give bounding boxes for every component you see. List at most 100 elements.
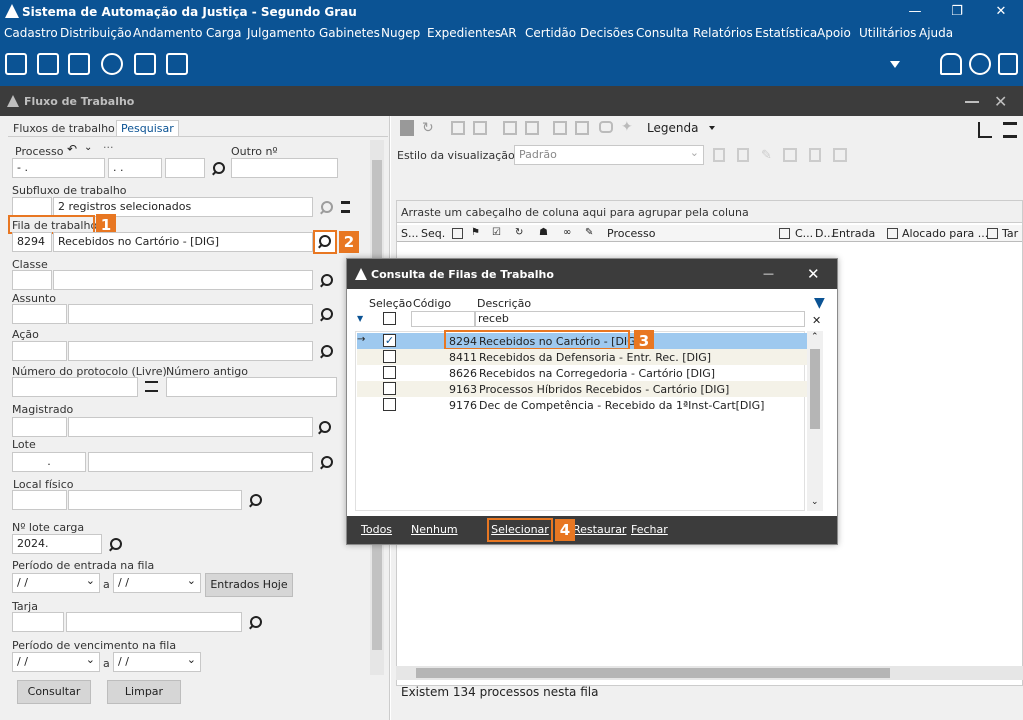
classe-search-icon[interactable]	[320, 274, 334, 288]
venc-ate-input[interactable]: / / ⌄	[113, 652, 201, 672]
dialog-close-button[interactable]: ✕	[807, 265, 820, 283]
row-checkbox[interactable]	[383, 366, 396, 379]
row-checkbox[interactable]	[383, 382, 396, 395]
outro-input[interactable]	[231, 158, 338, 178]
checklist-icon[interactable]: ☑	[492, 227, 501, 238]
lock-icon[interactable]	[503, 121, 517, 135]
protocolo-input[interactable]	[12, 377, 138, 397]
printer-icon[interactable]	[5, 53, 27, 75]
menu-cadastro[interactable]: Cadastro	[4, 26, 58, 40]
dialog-scrollbar-thumb[interactable]	[810, 349, 820, 429]
edit-icon[interactable]: ✎	[761, 148, 772, 163]
tarja-search-icon[interactable]	[249, 616, 263, 630]
menu-decisoes[interactable]: Decisões	[580, 26, 634, 40]
menu-apoio[interactable]: Apoio	[817, 26, 851, 40]
horizontal-scrollbar-thumb[interactable]	[416, 668, 890, 678]
dropdown-arrow-icon[interactable]	[890, 61, 900, 68]
menu-andamento[interactable]: Andamento	[133, 26, 203, 40]
filter-dropdown-icon[interactable]	[987, 228, 998, 239]
selecionar-button[interactable]: Selecionar	[487, 518, 553, 542]
excel-icon[interactable]	[783, 148, 797, 162]
clear-filter-icon[interactable]: ✕	[812, 314, 821, 327]
copy-icon[interactable]	[451, 121, 465, 135]
scroll-down-icon[interactable]: ⌄	[811, 497, 819, 507]
comment-icon[interactable]	[599, 121, 613, 133]
chevron-down-icon[interactable]: ⌄	[187, 574, 196, 587]
edit-icon[interactable]: ✎	[585, 227, 593, 238]
search-icon[interactable]	[212, 162, 226, 176]
list-item[interactable]: 9176 Dec de Competência - Recebido da 1ª…	[357, 397, 807, 413]
entrada-de-input[interactable]: / / ⌄	[12, 573, 100, 593]
save-icon[interactable]	[400, 120, 414, 136]
row-checkbox[interactable]	[383, 350, 396, 363]
filter-clear-icon[interactable]	[341, 201, 350, 213]
delete-icon[interactable]	[737, 148, 749, 162]
restaurar-button[interactable]: Restaurar	[573, 523, 626, 536]
processo-input[interactable]: - .	[12, 158, 105, 178]
menu-distribuicao[interactable]: Distribuição	[60, 26, 132, 40]
col-s[interactable]: S...	[401, 227, 418, 240]
close-window-button[interactable]: ✕	[986, 2, 1016, 22]
assunto-code-input[interactable]	[12, 304, 67, 324]
save-style-icon[interactable]	[713, 148, 725, 162]
chevron-down-icon[interactable]: ⌄	[84, 142, 92, 153]
fila-input[interactable]: Recebidos no Cartório - [DIG]	[53, 232, 313, 252]
processo-input-3[interactable]	[165, 158, 205, 178]
col-entrada[interactable]: Entrada	[832, 227, 875, 240]
pin-icon[interactable]: ✦	[621, 119, 633, 135]
antigo-input[interactable]	[166, 377, 337, 397]
entrada-ate-input[interactable]: / / ⌄	[113, 573, 201, 593]
bookmark-icon[interactable]: ⚑	[471, 227, 480, 238]
limpar-button[interactable]: Limpar	[107, 680, 181, 704]
filter-dropdown-icon[interactable]	[779, 228, 790, 239]
local-input[interactable]	[68, 490, 242, 510]
panel-minimize-icon[interactable]	[965, 101, 979, 103]
list-icon[interactable]	[145, 381, 158, 392]
menu-nugep[interactable]: Nugep	[381, 26, 420, 40]
document-clock-icon[interactable]	[134, 53, 156, 75]
maximize-button[interactable]: ❐	[942, 2, 972, 22]
lote-input[interactable]: .	[12, 452, 86, 472]
codigo-filter-input[interactable]	[411, 311, 475, 327]
menu-ar[interactable]: AR	[500, 26, 517, 40]
legenda-label[interactable]: Legenda	[647, 121, 698, 135]
notification-bell-icon[interactable]	[940, 53, 962, 75]
venc-de-input[interactable]: / / ⌄	[12, 652, 100, 672]
document-r-icon[interactable]	[166, 53, 188, 75]
magistrado-code-input[interactable]	[12, 417, 67, 437]
clipboard-icon[interactable]	[809, 148, 821, 162]
tab-pesquisar[interactable]: Pesquisar	[116, 120, 179, 136]
chevron-down-icon[interactable]: ⌄	[86, 653, 95, 666]
undo-icon[interactable]: ↶	[67, 142, 77, 156]
grid-icon[interactable]	[833, 148, 847, 162]
building-icon[interactable]	[68, 53, 90, 75]
acao-code-input[interactable]	[12, 341, 67, 361]
horizontal-scrollbar[interactable]	[396, 666, 1023, 680]
assunto-search-icon[interactable]	[320, 308, 334, 322]
org-chart-icon[interactable]	[37, 53, 59, 75]
classe-code-input[interactable]	[12, 270, 52, 290]
col-descricao[interactable]: Descrição	[477, 297, 531, 310]
lote-input-2[interactable]	[88, 452, 313, 472]
filter-dropdown-icon[interactable]	[452, 228, 463, 239]
col-selecao[interactable]: Seleção	[369, 297, 412, 310]
doc-edit-icon[interactable]	[575, 121, 589, 135]
user-icon[interactable]: ☗	[539, 227, 548, 238]
fila-code-input[interactable]: 8294	[12, 232, 52, 252]
filter-dropdown-icon[interactable]	[887, 228, 898, 239]
tarja-input[interactable]	[66, 612, 242, 632]
menu-consulta[interactable]: Consulta	[636, 26, 689, 40]
processo-input-2[interactable]: . .	[108, 158, 162, 178]
menu-julgamento[interactable]: Julgamento	[247, 26, 315, 40]
menu-carga[interactable]: Carga	[206, 26, 241, 40]
link-icon[interactable]: ∞	[563, 227, 571, 238]
tab-fluxos[interactable]: Fluxos de trabalho	[13, 122, 115, 135]
legenda-dropdown-icon[interactable]	[709, 126, 715, 130]
dialog-minimize-button[interactable]: —	[763, 267, 774, 280]
subfluxo-code-input[interactable]	[12, 197, 52, 217]
menu-estatistica[interactable]: Estatística	[755, 26, 817, 40]
tree-icon[interactable]	[978, 122, 992, 138]
tarja-code-input[interactable]	[12, 612, 64, 632]
assunto-input[interactable]	[68, 304, 313, 324]
filter-icon[interactable]: ▼	[814, 295, 825, 311]
